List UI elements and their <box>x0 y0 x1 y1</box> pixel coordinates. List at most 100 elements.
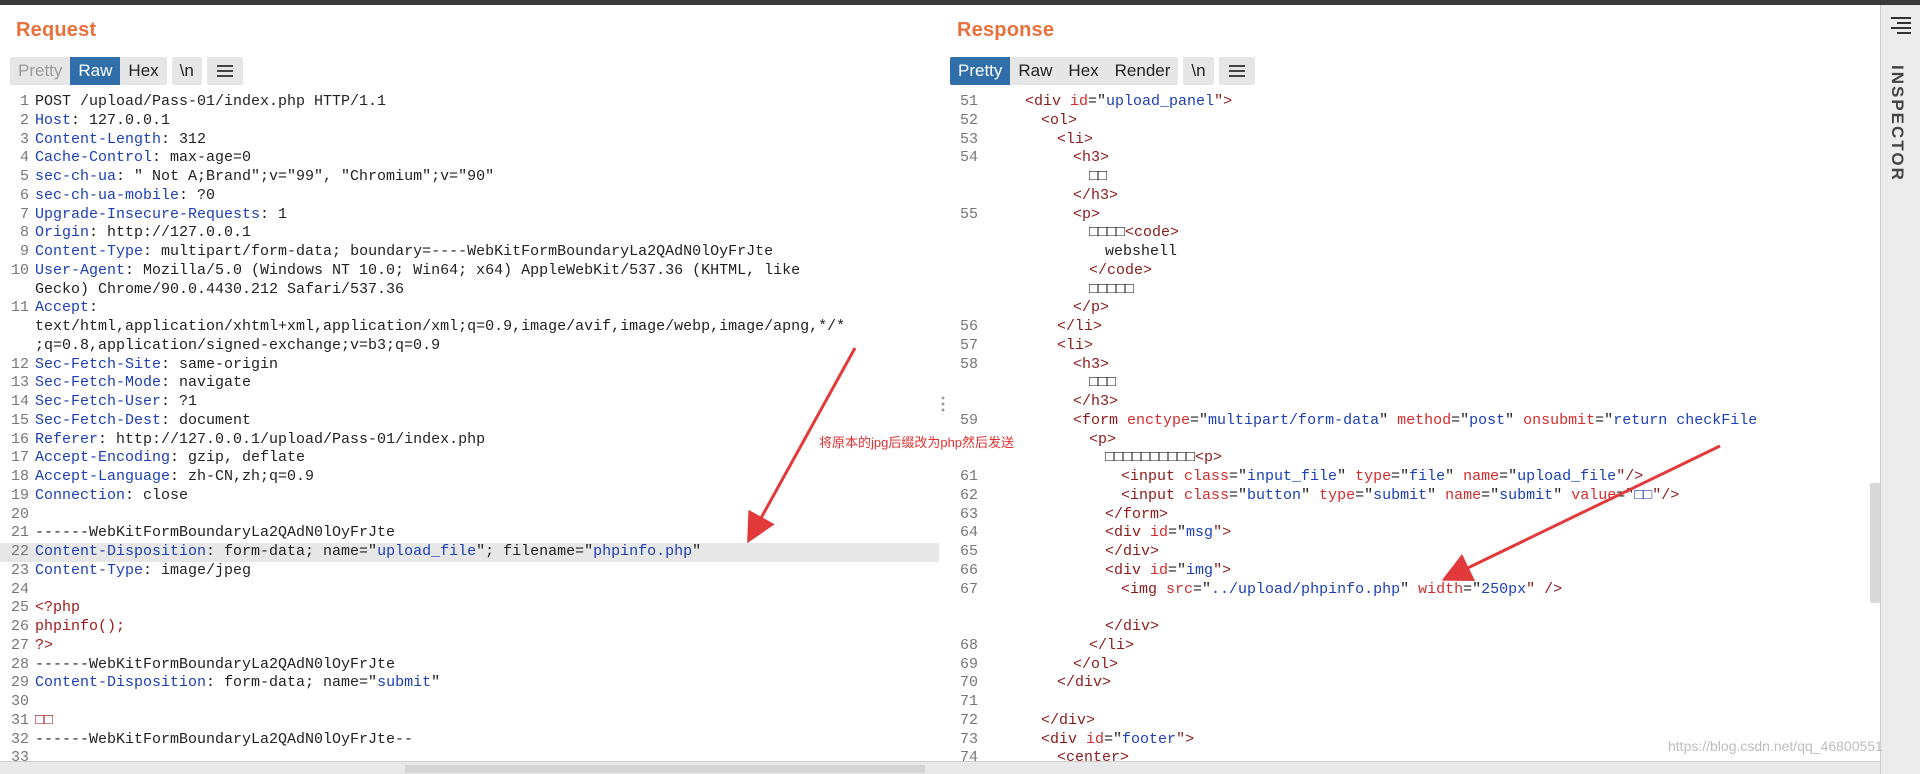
line-number <box>0 337 32 356</box>
code-token: : http://127.0.0.1 <box>89 224 252 242</box>
code-token: =" <box>1190 411 1209 429</box>
response-code-line: 65 </div> <box>947 543 1880 562</box>
response-tab-render[interactable]: Render <box>1106 57 1179 85</box>
line-number: 17 <box>10 449 29 467</box>
line-code: Connection: close <box>32 487 188 506</box>
code-token: </h3> <box>1073 186 1119 204</box>
code-token: class <box>1184 468 1230 485</box>
line-number: 14 <box>10 393 29 410</box>
line-code: </div> <box>981 543 1159 562</box>
code-token: id <box>1086 730 1105 748</box>
response-tab-raw[interactable]: Raw <box>1010 57 1061 85</box>
request-panel: Request Pretty Raw Hex \n 1 POST /upload/Pa… <box>0 5 939 766</box>
line-number <box>947 243 981 262</box>
code-token: "> <box>1176 730 1195 748</box>
response-editor[interactable]: 51 <div id="upload_panel"> 52 <ol> 53 <li> 54 <… <box>947 93 1880 766</box>
code-token: ../upload/phpinfo.php <box>1211 580 1401 598</box>
line-code: </div> <box>981 674 1111 693</box>
request-tab-raw[interactable]: Raw <box>70 57 121 85</box>
response-tab-hex[interactable]: Hex <box>1060 57 1107 85</box>
drag-handle-icon[interactable] <box>941 395 945 415</box>
line-number: 15 <box>10 411 29 429</box>
line-code: <h3> <box>981 356 1109 375</box>
line-number: 58 <box>959 355 978 373</box>
response-newline-toggle[interactable]: \n <box>1183 57 1214 85</box>
request-code-line: 18 Accept-Language: zh-CN,zh;q=0.9 <box>0 468 939 487</box>
code-token: <h3> <box>1073 149 1110 167</box>
line-code: <input class="button" type="submit" name… <box>981 487 1679 506</box>
line-code: □□□ <box>981 374 1116 393</box>
code-token: □□□□□ <box>1089 280 1135 298</box>
code-token: Upgrade-Insecure-Requests <box>35 205 261 223</box>
line-code: □□ <box>32 712 53 731</box>
request-code-line: 12 Sec-Fetch-Site: same-origin <box>0 356 939 375</box>
code-token: □□ <box>1089 168 1108 185</box>
response-code-line: 53 <li> <box>947 131 1880 150</box>
line-number: 62 <box>959 486 978 504</box>
code-token: Sec-Fetch-Dest <box>35 411 162 429</box>
line-number: 72 <box>959 711 978 729</box>
response-code-line: webshell <box>947 243 1880 262</box>
line-code: <li> <box>981 337 1093 356</box>
line-code: Content-Disposition: form-data; name="up… <box>32 543 701 562</box>
line-code: Sec-Fetch-Mode: navigate <box>32 374 251 393</box>
line-code: Sec-Fetch-Site: same-origin <box>32 356 278 375</box>
request-code-line: 1 POST /upload/Pass-01/index.php HTTP/1.1 <box>0 93 939 112</box>
code-token: <input <box>1121 486 1185 504</box>
code-token: id <box>1070 93 1089 110</box>
code-token: ------WebKitFormBoundaryLa2QAdN0lOyFrJte <box>35 524 396 542</box>
line-number: 51 <box>959 93 978 110</box>
request-menu-button[interactable] <box>206 57 243 85</box>
line-number <box>947 224 981 243</box>
code-token: " <box>1301 486 1320 504</box>
line-number: 10 <box>10 261 29 279</box>
code-token: □□□□□□□□□□ <box>1105 449 1196 467</box>
line-number: 11 <box>10 299 29 317</box>
request-tab-hex[interactable]: Hex <box>120 57 167 85</box>
line-code: Accept-Language: zh-CN,zh;q=0.9 <box>32 468 314 487</box>
response-code-line: 71 <box>947 693 1880 712</box>
line-code: Cache-Control: max-age=0 <box>32 149 251 168</box>
request-tab-pretty[interactable]: Pretty <box>10 57 71 85</box>
line-code: ------WebKitFormBoundaryLa2QAdN0lOyFrJte… <box>32 731 413 750</box>
code-token: □□□□ <box>1089 224 1126 242</box>
line-code: sec-ch-ua: " Not A;Brand";v="99", "Chrom… <box>32 168 494 187</box>
line-number: 24 <box>10 580 29 598</box>
response-code-line: 67 <img src="../upload/phpinfo.php" width… <box>947 581 1880 600</box>
line-number: 66 <box>959 561 978 579</box>
horizontal-scrollbar-thumb[interactable] <box>405 765 925 773</box>
code-token: Sec-Fetch-Mode <box>35 374 162 392</box>
response-tab-pretty[interactable]: Pretty <box>950 57 1011 85</box>
response-view-tabs: Pretty Raw Hex Render <box>950 57 1179 85</box>
line-number <box>947 262 981 281</box>
response-code-line: 69 </ol> <box>947 656 1880 675</box>
code-token: 250px <box>1481 580 1527 598</box>
request-code-line: 32 ------WebKitFormBoundaryLa2QAdN0lOyFrJ… <box>0 731 939 750</box>
code-token: : multipart/form-data; boundary=----WebK… <box>143 243 774 260</box>
inspector-label[interactable]: INSPECTOR <box>1887 65 1907 182</box>
request-editor[interactable]: 1 POST /upload/Pass-01/index.php HTTP/1.1… <box>0 93 939 766</box>
response-scrollbar[interactable] <box>1870 483 1880 603</box>
request-code-line: 4 Cache-Control: max-age=0 <box>0 149 939 168</box>
line-code: <?php <box>32 599 80 618</box>
line-code: ?> <box>32 637 53 656</box>
code-token: Content-Type <box>35 561 144 579</box>
code-token: width <box>1418 580 1464 598</box>
response-code-line: 55 <p> <box>947 206 1880 225</box>
code-token: sec-ch-ua-mobile <box>35 186 180 204</box>
code-token: " <box>1505 411 1524 429</box>
response-menu-button[interactable] <box>1218 57 1255 85</box>
inspector-sidebar[interactable]: INSPECTOR <box>1880 5 1920 774</box>
inspector-menu-icon[interactable] <box>1891 17 1911 35</box>
request-newline-toggle[interactable]: \n <box>171 57 202 85</box>
pane-divider[interactable] <box>939 5 947 766</box>
line-number: 22 <box>10 543 29 560</box>
line-number: 59 <box>959 411 978 429</box>
code-token: </div> <box>1105 618 1160 635</box>
bottom-scroll-strip[interactable] <box>0 761 1880 774</box>
code-token: src <box>1166 580 1194 598</box>
code-token: " <box>1427 486 1446 504</box>
line-code: □□□□<code> <box>981 224 1179 243</box>
code-token: □□ <box>35 711 54 729</box>
